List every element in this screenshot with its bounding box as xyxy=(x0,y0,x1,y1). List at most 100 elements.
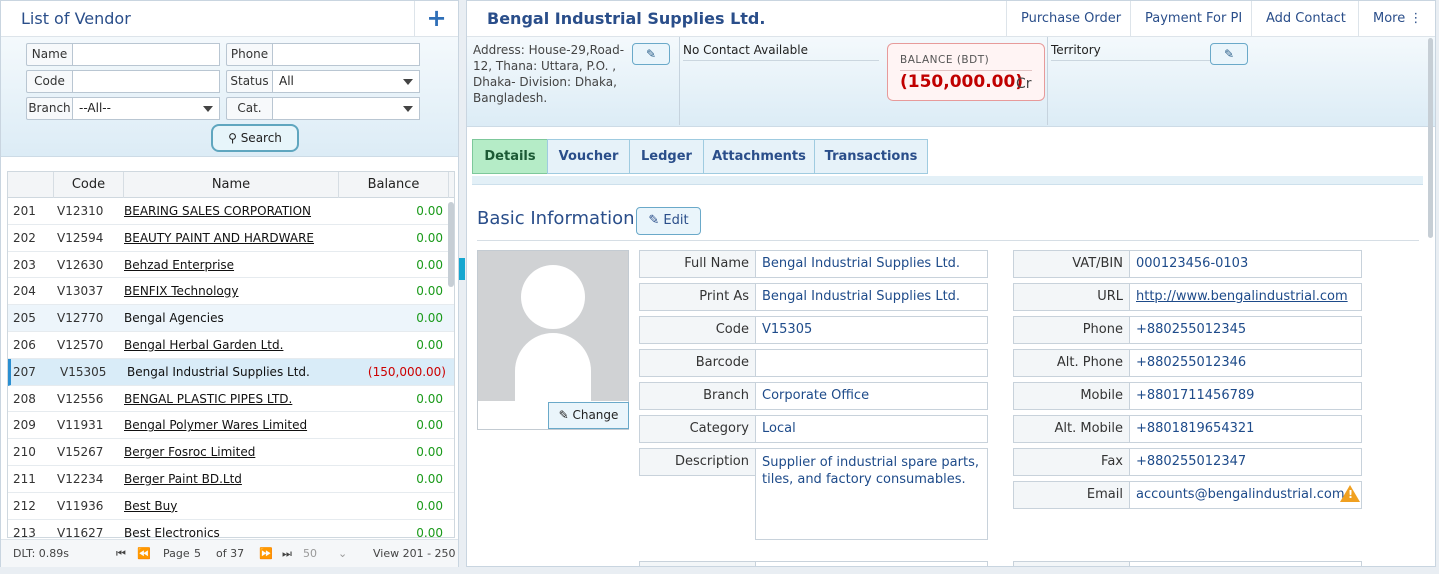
tab-attachments[interactable]: Attachments xyxy=(703,139,815,174)
table-row[interactable]: 210 V15267 Berger Fosroc Limited 0.00 xyxy=(8,439,454,466)
vendor-name-link[interactable]: Bengal Agencies xyxy=(124,305,339,331)
edit-icon: ✎ xyxy=(645,47,657,61)
vendor-balance: 0.00 xyxy=(416,418,443,433)
vendor-name-link[interactable]: Bengal Herbal Garden Ltd. xyxy=(124,332,339,358)
prev-page-icon[interactable]: ⏪ xyxy=(137,547,151,560)
phone-filter-label: Phone xyxy=(226,43,273,66)
divider xyxy=(683,60,879,61)
vendor-code: V12630 xyxy=(57,257,104,272)
page-label: Page xyxy=(163,547,190,560)
table-row[interactable]: 206 V12570 Bengal Herbal Garden Ltd. 0.00 xyxy=(8,332,454,359)
field-label: Alt. Mobile xyxy=(1013,415,1130,443)
change-button-label: Change xyxy=(572,408,619,422)
status-filter-select[interactable]: All xyxy=(272,70,420,93)
branch-filter-select[interactable]: --All-- xyxy=(72,97,220,120)
vendor-name-link[interactable]: BEARING SALES CORPORATION xyxy=(124,198,339,224)
plus-icon: + xyxy=(426,4,447,32)
category-filter-select[interactable] xyxy=(272,97,420,120)
table-row[interactable]: 202 V12594 BEAUTY PAINT AND HARDWARE 0.00 xyxy=(8,225,454,252)
edit-address-button[interactable]: ✎ xyxy=(632,43,670,65)
vendor-balance: 0.00 xyxy=(416,230,443,245)
vendor-balance: 0.00 xyxy=(416,525,443,538)
edit-territory-button[interactable]: ✎ xyxy=(1210,43,1248,65)
table-row[interactable]: 213 V11627 Best Electronics 0.00 xyxy=(8,520,454,538)
name-filter-input[interactable] xyxy=(72,43,220,66)
avatar-head xyxy=(521,265,585,329)
row-number: 212 xyxy=(13,498,36,513)
table-row[interactable]: 212 V11936 Best Buy 0.00 xyxy=(8,493,454,520)
table-row[interactable]: 203 V12630 Behzad Enterprise 0.00 xyxy=(8,252,454,279)
vendor-name-link[interactable]: Berger Fosroc Limited xyxy=(124,439,339,465)
vendor-name-link[interactable]: Best Electronics xyxy=(124,520,339,537)
vendor-name-link[interactable]: Berger Paint BD.Ltd xyxy=(124,466,339,492)
tab-details[interactable]: Details xyxy=(472,139,548,174)
code-filter-input[interactable] xyxy=(72,70,220,93)
table-row[interactable]: 208 V12556 BENGAL PLASTIC PIPES LTD. 0.00 xyxy=(8,386,454,413)
table-row[interactable]: 211 V12234 Berger Paint BD.Ltd 0.00 xyxy=(8,466,454,493)
table-row[interactable]: 207 V15305 Bengal Industrial Supplies Ltd.… xyxy=(8,358,454,386)
page-number[interactable]: 5 xyxy=(194,547,201,560)
field-value: Supplier of industrial spare parts, tile… xyxy=(755,448,988,540)
vendor-summary-strip: Address: House-29,Road-12, Thana: Uttara… xyxy=(467,37,1435,127)
vendor-title: Bengal Industrial Supplies Ltd. xyxy=(487,9,766,28)
vendor-name-link[interactable]: BEAUTY PAINT AND HARDWARE xyxy=(124,225,339,251)
change-photo-button[interactable]: ✎ Change xyxy=(548,402,629,429)
vendor-name-link[interactable]: Bengal Industrial Supplies Ltd. xyxy=(127,359,342,385)
vendor-grid: Code Name Balance 201 V12310 BEARING SALES… xyxy=(7,171,455,538)
add-contact-button[interactable]: Add Contact xyxy=(1251,1,1360,37)
name-filter-label: Name xyxy=(26,43,73,66)
col-header-name[interactable]: Name xyxy=(124,172,339,198)
field-label: Phone xyxy=(1013,316,1130,344)
tab-ledger[interactable]: Ledger xyxy=(629,139,704,174)
edit-button-label: Edit xyxy=(663,213,689,228)
field-label: Code xyxy=(639,316,756,344)
chevron-down-icon[interactable]: ⌄ xyxy=(338,547,347,560)
vendor-name-link[interactable]: Best Buy xyxy=(124,493,339,519)
tab-voucher[interactable]: Voucher xyxy=(547,139,630,174)
field-label: URL xyxy=(1013,283,1130,311)
row-number: 203 xyxy=(13,257,36,272)
territory-label: Territory xyxy=(1051,43,1101,57)
view-range: View 201 - 250 xyxy=(373,547,456,560)
table-row[interactable]: 204 V13037 BENFIX Technology 0.00 xyxy=(8,278,454,306)
purchase-order-button[interactable]: Purchase Order xyxy=(1006,1,1135,37)
table-row[interactable]: 209 V11931 Bengal Polymer Wares Limited 0.0… xyxy=(8,412,454,440)
next-page-icon[interactable]: ⏩ xyxy=(259,547,273,560)
page-count: of 37 xyxy=(216,547,245,560)
grid-scrollbar[interactable] xyxy=(448,202,454,287)
vendor-name-link[interactable]: Bengal Polymer Wares Limited xyxy=(124,412,339,438)
col-header-code[interactable]: Code xyxy=(54,172,124,198)
grid-body: 201 V12310 BEARING SALES CORPORATION 0.00 20… xyxy=(8,198,454,538)
add-vendor-button[interactable]: + xyxy=(414,1,458,37)
tab-transactions[interactable]: Transactions xyxy=(814,139,928,174)
page-size-select[interactable]: 50 xyxy=(303,547,317,560)
vendor-balance: 0.00 xyxy=(416,284,443,299)
field-value: Local xyxy=(755,415,988,443)
last-page-icon[interactable]: ⏭ xyxy=(282,547,292,561)
field-value: +8801711456789 xyxy=(1129,382,1362,410)
payment-for-pi-button[interactable]: Payment For PI xyxy=(1130,1,1256,37)
vendor-address: Address: House-29,Road-12, Thana: Uttara… xyxy=(473,43,625,105)
first-page-icon[interactable]: ⏮ xyxy=(116,547,126,561)
row-number: 207 xyxy=(13,364,36,379)
more-menu-button[interactable]: More ⋮ xyxy=(1358,1,1435,37)
table-row[interactable]: 205 V12770 Bengal Agencies 0.00 xyxy=(8,305,454,332)
panel-splitter[interactable] xyxy=(459,258,465,280)
search-button-label: Search xyxy=(240,131,282,145)
status-filter-label: Status xyxy=(226,70,273,93)
table-row[interactable]: 201 V12310 BEARING SALES CORPORATION 0.00 xyxy=(8,198,454,225)
avatar-placeholder-icon xyxy=(478,251,628,401)
vendor-code: V12594 xyxy=(57,230,104,245)
search-button[interactable]: ⚲ Search xyxy=(211,124,299,152)
detail-scrollbar[interactable] xyxy=(1428,38,1433,238)
vendor-balance: 0.00 xyxy=(416,204,443,218)
field-value[interactable]: http://www.bengalindustrial.com xyxy=(1129,283,1362,311)
edit-basic-info-button[interactable]: ✎ Edit xyxy=(636,207,701,235)
vendor-balance: 0.00 xyxy=(416,337,443,352)
vendor-name-link[interactable]: Behzad Enterprise xyxy=(124,252,339,278)
phone-filter-input[interactable] xyxy=(272,43,420,66)
col-header-balance[interactable]: Balance xyxy=(339,172,449,198)
vendor-name-link[interactable]: BENGAL PLASTIC PIPES LTD. xyxy=(124,386,339,412)
vendor-name-link[interactable]: BENFIX Technology xyxy=(124,278,339,304)
edit-icon: ✎ xyxy=(1223,47,1235,61)
